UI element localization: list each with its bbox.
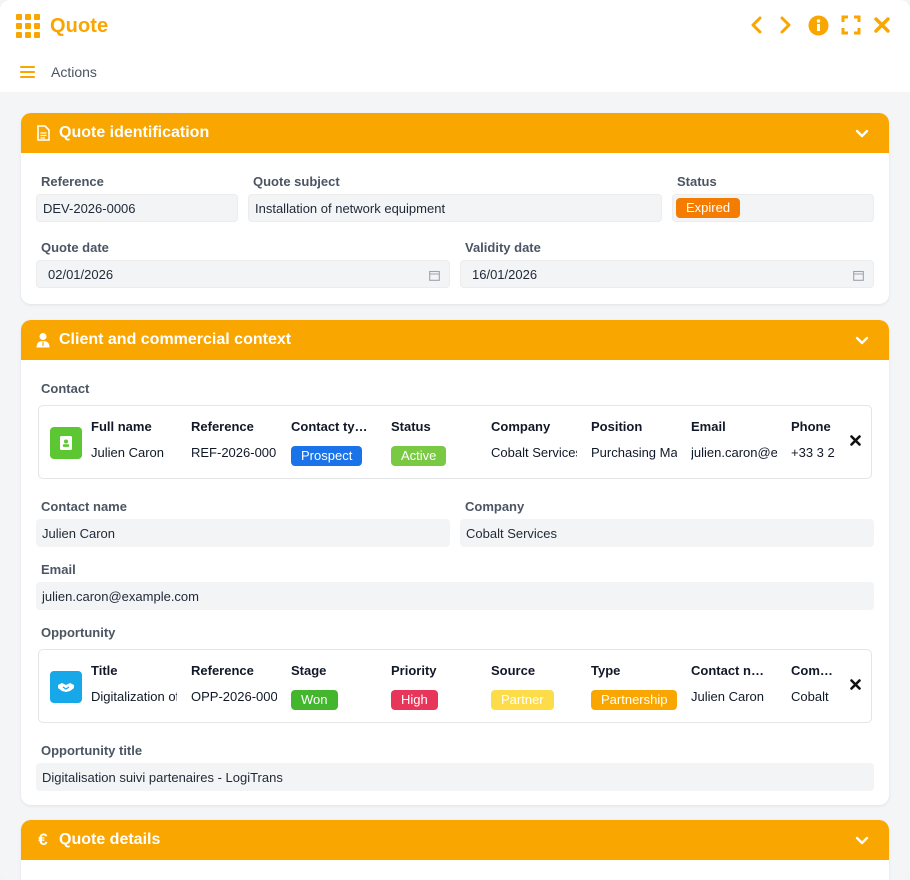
- email-label: Email: [41, 562, 76, 577]
- column-value: OPP-2026-0001: [191, 689, 277, 704]
- actions-menu[interactable]: Actions: [51, 64, 97, 80]
- subject-label: Quote subject: [253, 174, 340, 189]
- column-header: Source: [491, 663, 536, 678]
- section-header-identification[interactable]: Quote identification: [21, 113, 889, 153]
- column-header: Phone: [791, 419, 831, 434]
- company-label: Company: [465, 499, 525, 514]
- remove-contact-icon[interactable]: [850, 434, 861, 449]
- column-header: Stage: [291, 663, 327, 678]
- email-field[interactable]: julien.caron@example.com: [36, 582, 874, 610]
- column-value: REF-2026-0001: [191, 445, 277, 460]
- euro-icon: €: [38, 830, 48, 849]
- subject-field[interactable]: Installation of network equipment: [248, 194, 662, 222]
- section-title: Client and commercial context: [59, 331, 292, 348]
- column-value: Cobalt Services: [491, 445, 577, 460]
- column-header: Type: [591, 663, 621, 678]
- section-title: Quote identification: [59, 124, 210, 141]
- column-value: +33 3 21: [791, 445, 835, 460]
- info-icon[interactable]: [806, 14, 830, 36]
- opportunity-title-field[interactable]: Digitalisation suivi partenaires - LogiT…: [36, 763, 874, 791]
- contact-status-badge: Active: [391, 446, 447, 466]
- column-header: Full name: [91, 419, 152, 434]
- reference-field[interactable]: DEV-2026-0006: [36, 194, 238, 222]
- column-header: Position: [591, 419, 643, 434]
- contact-card[interactable]: Full name Julien Caron Reference REF-202…: [38, 405, 872, 479]
- column-value: Julien Caron: [91, 445, 164, 460]
- source-badge: Partner: [491, 690, 554, 710]
- quote-date-value: 02/01/2026: [48, 266, 114, 282]
- column-value: Purchasing Manager: [591, 445, 677, 460]
- close-icon[interactable]: [872, 14, 892, 36]
- column-header: Reference: [191, 663, 254, 678]
- menu-icon[interactable]: [20, 66, 35, 78]
- validity-date-value: 16/01/2026: [472, 266, 538, 282]
- column-value: Digitalization of: [91, 689, 177, 704]
- column-header: Email: [691, 419, 726, 434]
- quote-date-label: Quote date: [41, 240, 109, 255]
- column-header: Title: [91, 663, 118, 678]
- section-title: Quote details: [59, 831, 161, 848]
- validity-date-label: Validity date: [465, 240, 541, 255]
- chevron-down-icon[interactable]: [855, 833, 869, 851]
- fullscreen-icon[interactable]: [840, 14, 862, 36]
- window-controls: [746, 14, 892, 36]
- action-bar: Actions: [0, 52, 910, 92]
- quote-identification-section: Quote identification Reference DEV-2026-…: [21, 113, 889, 304]
- status-label: Status: [677, 174, 717, 189]
- section-header-details[interactable]: € Quote details: [21, 820, 889, 860]
- validity-date-field[interactable]: 16/01/2026: [460, 260, 874, 288]
- quote-window: Quote Actions Quote identification Refer…: [0, 0, 910, 880]
- contact-name-label: Contact name: [41, 499, 127, 514]
- handshake-icon: [50, 671, 82, 703]
- column-header: Status: [391, 419, 431, 434]
- column-header: Company: [491, 419, 551, 434]
- contact-type-badge: Prospect: [291, 446, 363, 466]
- contact-card-icon: [50, 427, 82, 459]
- contact-name-field[interactable]: Julien Caron: [36, 519, 450, 547]
- user-icon: [35, 332, 51, 348]
- calendar-icon[interactable]: [853, 269, 864, 284]
- title-bar: Quote: [0, 0, 910, 52]
- opportunity-label: Opportunity: [41, 625, 116, 640]
- column-value: julien.caron@example.com: [691, 445, 777, 460]
- column-header: Compa: [791, 663, 835, 678]
- opportunity-title-label: Opportunity title: [41, 743, 143, 758]
- opportunity-card[interactable]: Title Digitalization of Reference OPP-20…: [38, 649, 872, 723]
- status-badge: Expired: [676, 198, 741, 218]
- column-header: Reference: [191, 419, 254, 434]
- quote-details-section: € Quote details: [21, 820, 889, 880]
- priority-badge: High: [391, 690, 438, 710]
- column-header: Contact n…: [691, 663, 764, 678]
- reference-label: Reference: [41, 174, 104, 189]
- window-title: Quote: [50, 14, 109, 37]
- section-header-client[interactable]: Client and commercial context: [21, 320, 889, 360]
- column-header: Contact ty…: [291, 419, 368, 434]
- next-icon[interactable]: [776, 14, 796, 36]
- column-header: Priority: [391, 663, 437, 678]
- document-icon: [35, 125, 51, 141]
- app-grid-icon[interactable]: [16, 14, 40, 38]
- company-field[interactable]: Cobalt Services: [460, 519, 874, 547]
- client-context-section: Client and commercial context Contact Fu…: [21, 320, 889, 805]
- column-value: Cobalt: [791, 689, 829, 704]
- previous-icon[interactable]: [746, 14, 766, 36]
- status-field[interactable]: Expired: [672, 194, 874, 222]
- calendar-icon[interactable]: [429, 269, 440, 284]
- stage-badge: Won: [291, 690, 338, 710]
- quote-date-field[interactable]: 02/01/2026: [36, 260, 450, 288]
- remove-opportunity-icon[interactable]: [850, 678, 861, 693]
- column-value: Julien Caron: [691, 689, 764, 704]
- type-badge: Partnership: [591, 690, 678, 710]
- chevron-down-icon[interactable]: [855, 333, 869, 351]
- contact-label: Contact: [41, 381, 90, 396]
- chevron-down-icon[interactable]: [855, 126, 869, 144]
